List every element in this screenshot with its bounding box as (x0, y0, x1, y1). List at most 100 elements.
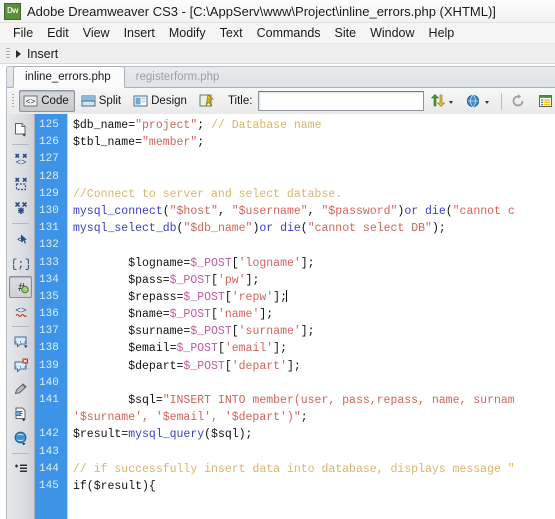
code-token: [ (231, 256, 239, 270)
code-line[interactable]: $email=$_POST['email']; (68, 340, 555, 357)
highlight-invalid-code-icon[interactable]: <> (9, 300, 32, 322)
toolbar-grip-icon[interactable] (12, 94, 15, 108)
balance-braces-icon[interactable]: {;} (9, 252, 32, 274)
code-token: $_POST (190, 325, 232, 339)
code-line[interactable]: $sql="INSERT INTO member(user, pass,repa… (68, 392, 555, 409)
insert-panel-label: Insert (27, 46, 59, 61)
code-token: 'pw' (217, 273, 246, 287)
view-options-button[interactable] (534, 90, 555, 112)
collapse-full-tag-icon[interactable]: <> (9, 149, 32, 171)
code-token: or (259, 222, 281, 236)
code-token: "$db_name" (183, 222, 253, 236)
code-line[interactable]: $result=mysql_query($sql); (68, 426, 555, 443)
title-input[interactable] (258, 91, 425, 111)
code-line[interactable]: if($result){ (68, 478, 555, 495)
code-token: mysql_connect (73, 204, 163, 218)
menu-file[interactable]: File (6, 25, 40, 41)
code-token: mysql_select_db (73, 222, 177, 236)
code-line[interactable]: //Connect to server and select databse. (68, 186, 555, 203)
select-parent-tag-icon[interactable]: < (9, 228, 32, 250)
code-line[interactable] (68, 375, 555, 392)
menu-bar: File Edit View Insert Modify Text Comman… (0, 23, 555, 44)
code-line[interactable] (68, 444, 555, 461)
code-token: 'name' (217, 308, 260, 322)
open-documents-icon[interactable] (9, 118, 32, 140)
coding-toolbar-separator-3 (12, 326, 29, 327)
code-line[interactable] (68, 151, 555, 168)
code-token: //Connect to server and select databse. (73, 187, 343, 201)
preview-chevron-down-icon[interactable] (484, 94, 490, 108)
coding-toolbar-separator (12, 144, 29, 145)
toolbar-separator (501, 92, 502, 110)
code-view-button[interactable]: <> Code (19, 90, 75, 112)
live-data-button[interactable] (195, 90, 220, 112)
code-token: or die (404, 204, 446, 218)
code-token: $_POST (169, 273, 212, 287)
code-text-pane[interactable]: $db_name="project"; // Database name $tbl… (68, 114, 555, 519)
insert-panel-bar[interactable]: Insert (0, 44, 555, 64)
code-line[interactable]: $depart=$_POST['depart']; (68, 358, 555, 375)
menu-insert[interactable]: Insert (117, 25, 162, 41)
wrap-tag-icon[interactable] (9, 379, 32, 401)
code-token: ; (197, 136, 205, 150)
code-line[interactable] (68, 237, 555, 254)
code-line[interactable]: mysql_connect("$host", "$username", "$pa… (68, 203, 555, 220)
tab-registerform-php[interactable]: registerform.php (125, 68, 233, 87)
menu-site[interactable]: Site (328, 25, 364, 41)
panel-grip-icon[interactable] (6, 48, 10, 59)
code-line[interactable] (68, 169, 555, 186)
code-line[interactable]: $db_name="project"; // Database name (68, 117, 555, 134)
menu-edit[interactable]: Edit (40, 25, 76, 41)
code-token: 'email' (224, 342, 274, 356)
expand-triangle-icon[interactable] (16, 49, 21, 58)
split-view-button[interactable]: Split (77, 90, 127, 112)
coding-toolbar: <> < ; # <> ... ... (7, 114, 35, 519)
code-token: $depart= (73, 359, 184, 373)
file-management-button[interactable] (426, 90, 460, 112)
code-line[interactable]: $surname=$_POST['surname']; (68, 323, 555, 340)
code-line[interactable]: $repass=$_POST['repw']; (68, 289, 555, 306)
format-source-code-icon[interactable] (9, 458, 32, 480)
code-view-label: Code (41, 95, 69, 107)
code-line[interactable]: $name=$_POST['name']; (68, 306, 555, 323)
svg-text:{;}: {;} (13, 258, 29, 272)
menu-help[interactable]: Help (422, 25, 462, 41)
apply-comment-icon[interactable]: (...) (9, 331, 32, 353)
code-token: 'depart' (231, 359, 287, 373)
code-token: ); (238, 428, 253, 442)
code-line[interactable]: $tbl_name="member"; (68, 134, 555, 151)
recent-snippets-icon[interactable] (9, 403, 32, 425)
code-token: ( (445, 204, 453, 218)
menu-view[interactable]: View (76, 25, 117, 41)
code-line[interactable]: $pass=$_POST['pw']; (68, 272, 555, 289)
tab-inline-errors-php[interactable]: inline_errors.php (13, 66, 125, 88)
code-token: '$surname', '$email', '$depart')" (73, 411, 301, 425)
file-management-chevron-down-icon[interactable] (448, 94, 454, 108)
expand-all-icon[interactable] (9, 197, 32, 219)
code-line[interactable]: // if successfully insert data into data… (68, 461, 555, 478)
menu-modify[interactable]: Modify (162, 25, 213, 41)
code-token: ]; (273, 342, 287, 356)
design-view-button[interactable]: Design (129, 90, 193, 112)
code-line[interactable]: $logname=$_POST['logname']; (68, 255, 555, 272)
preview-in-browser-button[interactable] (462, 90, 496, 112)
line-numbers-icon[interactable]: # (9, 276, 32, 298)
view-options-icon (538, 94, 553, 108)
code-token: [ (224, 359, 232, 373)
collapse-outside-selection-icon[interactable] (9, 173, 32, 195)
menu-text[interactable]: Text (213, 25, 250, 41)
indent-code-icon[interactable] (9, 427, 32, 449)
menu-commands[interactable]: Commands (250, 25, 328, 41)
refresh-design-view-button[interactable] (507, 90, 532, 112)
code-token: $logname= (73, 256, 191, 270)
code-token: // Database name (211, 119, 322, 132)
code-line[interactable]: '$surname', '$email', '$depart')"; (68, 409, 555, 426)
code-line[interactable]: mysql_select_db("$db_name")or die("canno… (68, 220, 555, 237)
code-token: "$password" (321, 204, 398, 218)
code-token: ]; (286, 359, 301, 373)
menu-window[interactable]: Window (363, 25, 421, 41)
code-token: [ (211, 273, 218, 287)
remove-comment-icon[interactable]: (...) (9, 355, 32, 377)
code-view-icon: <> (23, 94, 38, 108)
code-token: ]; (273, 290, 287, 304)
